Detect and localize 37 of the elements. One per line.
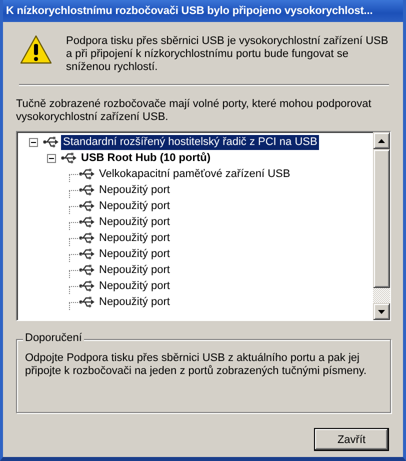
tree-item[interactable]: Nepoužitý port [97,230,172,246]
tree-item[interactable]: Nepoužitý port [97,246,172,262]
tree-item[interactable]: Nepoužitý port [97,182,172,198]
usb-icon [79,231,95,245]
collapse-icon[interactable] [29,138,38,146]
tree-item[interactable]: USB Root Hub (10 portů) [79,150,213,166]
usb-icon [79,167,95,181]
tree-item[interactable]: Standardní rozšířený hostitelský řadič z PCI na USB [61,134,320,150]
warning-icon [20,35,52,65]
down-arrow-icon [378,310,385,314]
tree-item[interactable]: Nepoužitý port [97,198,172,214]
usb-icon [79,279,95,293]
up-arrow-icon [378,138,385,142]
window-title: K nízkorychlostnímu rozbočovači USB bylo připojeno vysokorychlost... [3,0,403,22]
instruction-text: Tučně zobrazené rozbočovače mají volné porty, které mohou podporovat vysokorychlostní zařízení USB. [16,98,372,124]
scrollbar[interactable] [373,132,390,320]
usb-icon [79,199,95,213]
group-title: Doporučení [23,332,84,344]
tree-item[interactable]: Nepoužitý port [97,278,172,294]
usb-icon [43,135,59,149]
tree-item[interactable]: Nepoužitý port [97,262,172,278]
usb-icon [79,247,95,261]
recommendation-text: Odpojte Podpora tisku přes sběrnici USB z aktuálního portu a pak jej připojte k rozbočovači na jeden z portů zobrazených tučnými písmeny. [25,352,368,378]
usb-icon [79,295,95,309]
usb-icon [79,183,95,197]
collapse-icon[interactable] [47,154,56,162]
scroll-down-button[interactable] [373,303,390,320]
usb-icon [79,215,95,229]
tree-item[interactable]: Nepoužitý port [97,214,172,230]
tree-item[interactable]: Nepoužitý port [97,294,172,310]
tree-item[interactable]: Velkokapacitní paměťové zařízení USB [97,166,292,182]
scroll-thumb[interactable] [373,149,390,288]
usb-icon [61,151,77,165]
warning-message: Podpora tisku přes sběrnici USB je vysokorychlostní zařízení USB a při připojení k nízkorychlostnímu portu bude fungovat se sníženou rychlostí. [66,35,390,74]
usb-icon [79,263,95,277]
close-button[interactable]: Zavřít [314,428,389,451]
scroll-up-button[interactable] [373,132,390,149]
